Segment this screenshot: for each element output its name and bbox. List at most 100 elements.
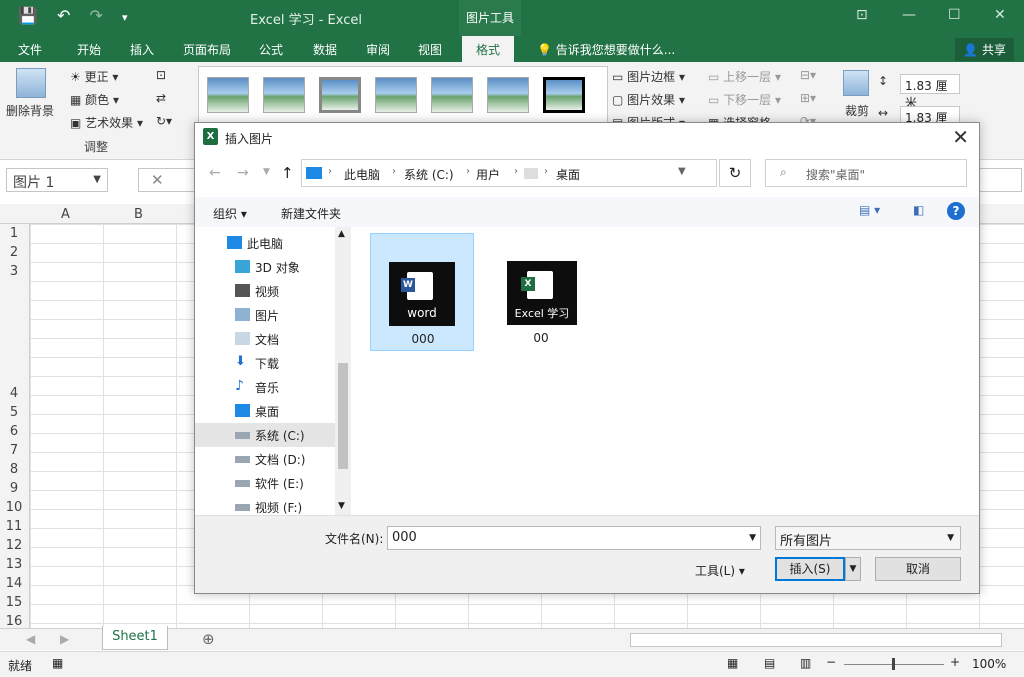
name-box[interactable]: 图片 1 ▼ [6,168,108,192]
row-header[interactable]: 14 [0,576,28,591]
undo-icon[interactable]: ↶ [57,6,70,25]
breadcrumb-item[interactable]: 用户 [476,166,500,183]
row-header[interactable]: 8 [0,462,28,477]
compress-pictures-icon[interactable]: ⊡ [156,68,166,82]
tab-file[interactable]: 文件 [18,41,42,58]
redacted-username[interactable] [524,168,538,179]
row-header[interactable]: 4 [0,386,28,401]
forward-arrow-icon[interactable]: → [237,165,249,181]
nav-item-pictures[interactable]: 图片 [235,307,279,324]
tab-format[interactable]: 格式 [462,36,515,63]
chevron-down-icon[interactable]: ▼ [749,533,756,543]
picture-style-5[interactable] [431,77,473,113]
column-header-b[interactable]: B [134,207,143,222]
artistic-effects-button[interactable]: ▣ 艺术效果 ▾ [70,114,143,131]
nav-item-videos[interactable]: 视频 [235,283,279,300]
picture-border-button[interactable]: ▭ 图片边框 ▾ [612,68,685,85]
sheet-tab-sheet1[interactable]: Sheet1 [102,626,168,650]
horizontal-scrollbar[interactable] [630,633,1002,647]
nav-item-documents-d[interactable]: 文档 (D:) [235,451,305,468]
picture-style-7[interactable] [543,77,585,113]
reset-picture-icon[interactable]: ↻▾ [156,114,172,128]
scroll-right-icon[interactable]: ▶ [60,632,69,646]
row-header[interactable]: 6 [0,424,28,439]
scroll-up-icon[interactable]: ▲ [338,229,345,239]
tell-me-search[interactable]: 💡 告诉我您想要做什么... [537,41,675,58]
insert-dropdown-icon[interactable]: ▼ [845,557,861,581]
preview-pane-icon[interactable]: ◧ [913,203,924,217]
remove-background-button[interactable]: 删除背景 [6,102,54,119]
zoom-in-icon[interactable]: + [950,655,960,669]
zoom-level[interactable]: 100% [972,657,1006,671]
insert-button[interactable]: 插入(S) [775,557,845,581]
tab-page-layout[interactable]: 页面布局 [183,41,231,58]
nav-item-desktop[interactable]: 桌面 [235,403,279,420]
picture-style-6[interactable] [487,77,529,113]
height-field[interactable]: 1.83 厘米 [900,74,960,110]
tab-data[interactable]: 数据 [313,41,337,58]
cancel-formula-icon[interactable]: ✕ [151,171,164,189]
refresh-icon[interactable]: ↻ [719,159,751,187]
nav-item-software-e[interactable]: 软件 (E:) [235,475,304,492]
crop-button[interactable]: 裁剪 [845,102,869,119]
row-header[interactable]: 16 [0,614,28,629]
address-dropdown-icon[interactable]: ▼ [678,166,686,177]
picture-style-1[interactable] [207,77,249,113]
up-arrow-icon[interactable]: ↑ [281,164,294,182]
change-picture-icon[interactable]: ⇄ [156,91,166,105]
view-options-icon[interactable]: ▤ ▾ [859,203,880,217]
row-header[interactable]: 11 [0,519,28,534]
filetype-select[interactable]: 所有图片 ▼ [775,526,961,550]
picture-style-3[interactable] [319,77,361,113]
page-layout-view-icon[interactable]: ▤ [764,656,775,670]
file-item[interactable]: W word 000 [370,233,474,351]
address-bar[interactable]: › 此电脑 › 系统 (C:) › 用户 › › 桌面 ▼ [301,159,717,187]
minimize-icon[interactable]: — [902,7,916,23]
tools-menu[interactable]: 工具(L) ▾ [695,562,745,579]
tab-review[interactable]: 审阅 [366,41,390,58]
help-icon[interactable]: ? [947,202,965,220]
nav-item-this-pc[interactable]: 此电脑 [227,235,283,252]
column-header-a[interactable]: A [61,207,70,222]
picture-effects-button[interactable]: ▢ 图片效果 ▾ [612,91,685,108]
tab-insert[interactable]: 插入 [130,41,154,58]
row-header[interactable]: 9 [0,481,28,496]
breadcrumb-item[interactable]: 系统 (C:) [404,166,454,183]
row-header[interactable]: 3 [0,264,28,279]
recent-chevron-icon[interactable]: ▼ [263,167,270,177]
tab-view[interactable]: 视图 [418,41,442,58]
zoom-out-icon[interactable]: − [826,655,836,669]
scroll-left-icon[interactable]: ◀ [26,632,35,646]
zoom-slider-thumb[interactable] [892,658,895,670]
align-icon[interactable]: ⊟▾ [800,68,816,82]
normal-view-icon[interactable]: ▦ [727,656,738,670]
add-sheet-icon[interactable]: ⊕ [202,630,215,648]
ribbon-display-icon[interactable]: ⊡ [856,7,868,23]
search-box[interactable]: ⌕ 搜索"桌面" [765,159,967,187]
nav-item-videos-f[interactable]: 视频 (F:) [235,499,302,516]
filename-input[interactable]: 000 ▼ [387,526,761,550]
breadcrumb-item[interactable]: 此电脑 [344,166,380,183]
row-header[interactable]: 1 [0,226,28,241]
bring-forward-button[interactable]: ▭ 上移一层 ▾ [708,68,781,85]
maximize-icon[interactable]: ☐ [948,7,961,23]
page-break-view-icon[interactable]: ▥ [800,656,811,670]
send-backward-button[interactable]: ▭ 下移一层 ▾ [708,91,781,108]
nav-item-system-c[interactable]: 系统 (C:) [235,427,305,444]
tab-home[interactable]: 开始 [77,41,101,58]
picture-style-4[interactable] [375,77,417,113]
picture-style-2[interactable] [263,77,305,113]
corrections-button[interactable]: ☀ 更正 ▾ [70,68,118,85]
file-item[interactable]: X Excel 学习 00 [489,233,593,351]
scroll-down-icon[interactable]: ▼ [338,501,345,511]
group-icon[interactable]: ⊞▾ [800,91,816,105]
nav-scrollbar-thumb[interactable] [338,363,348,469]
row-header[interactable]: 7 [0,443,28,458]
row-header[interactable]: 12 [0,538,28,553]
tab-formulas[interactable]: 公式 [259,41,283,58]
customize-qat-icon[interactable]: ▾ [122,11,128,24]
nav-item-music[interactable]: ♪ 音乐 [235,379,279,396]
redo-icon[interactable]: ↷ [90,6,103,25]
row-header[interactable]: 15 [0,595,28,610]
row-header[interactable]: 10 [0,500,28,515]
